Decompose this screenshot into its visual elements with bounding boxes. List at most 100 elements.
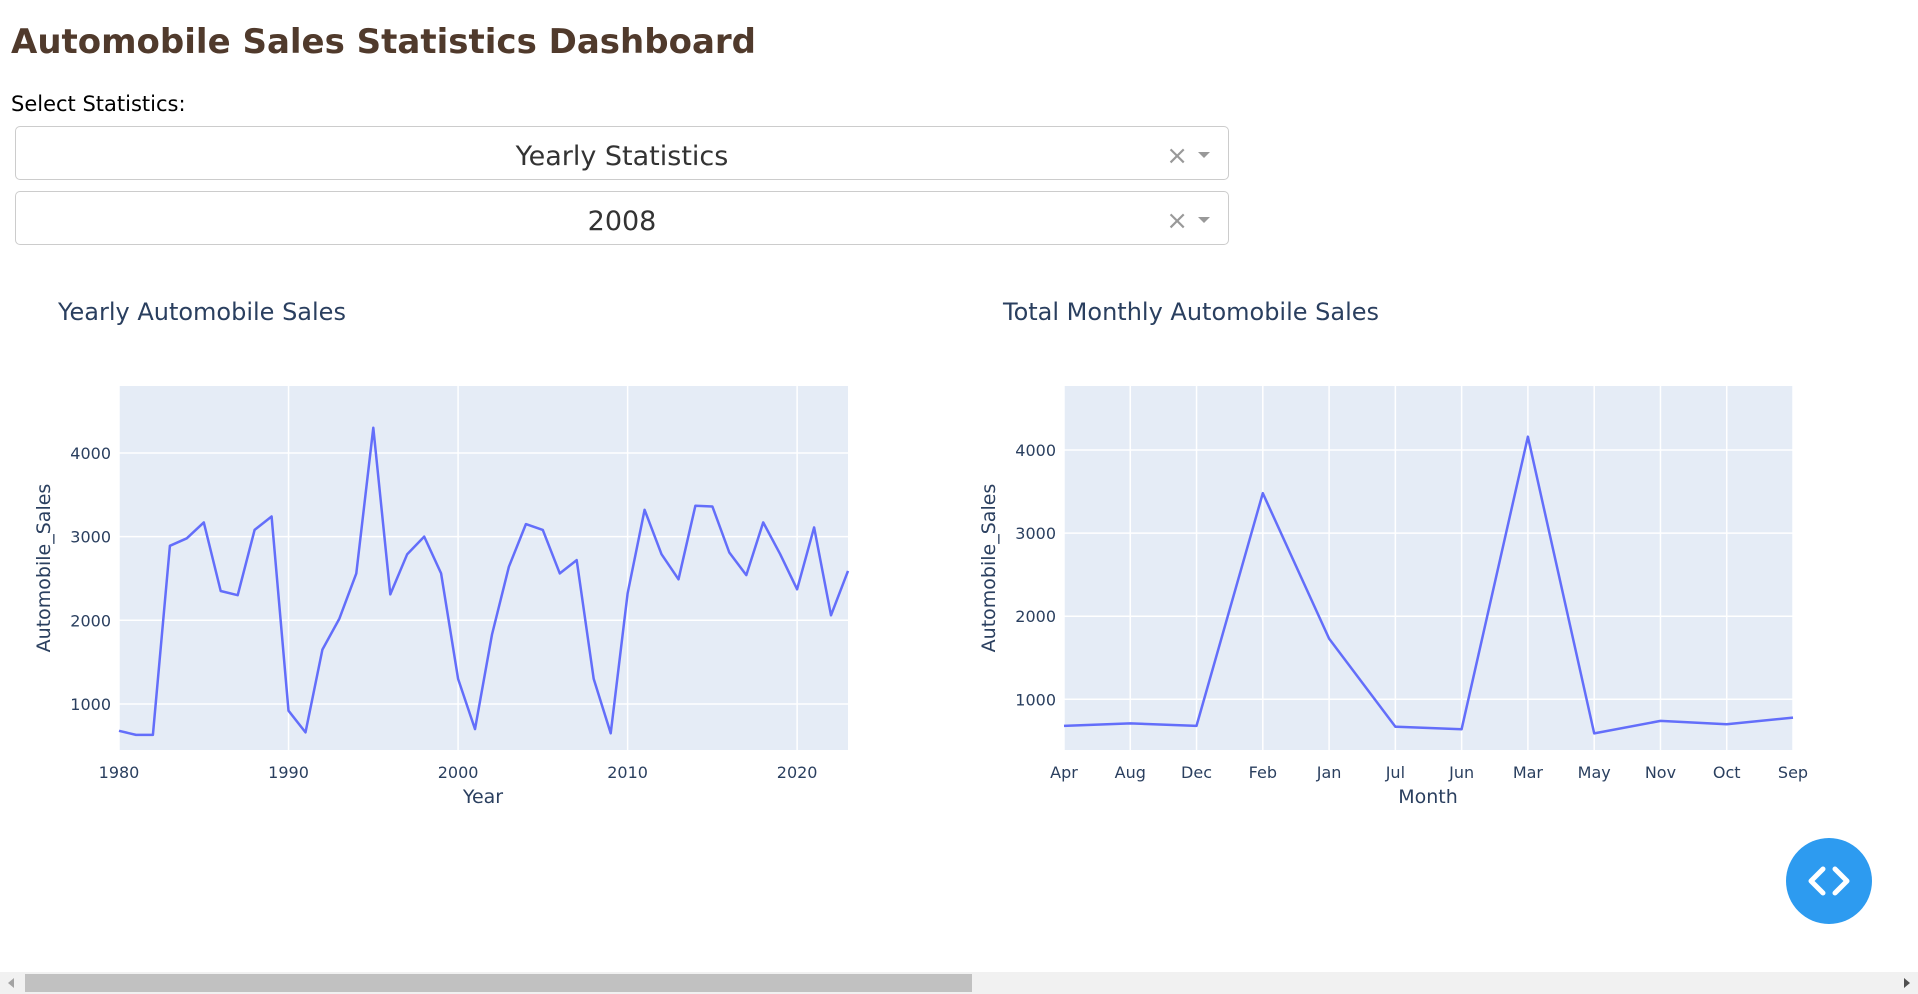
data-point: [660, 552, 664, 556]
x-tick-label: Nov: [1645, 763, 1676, 782]
data-point: [829, 613, 833, 617]
data-point: [778, 552, 782, 556]
data-point: [541, 528, 545, 532]
data-point: [1460, 727, 1464, 731]
data-point: [558, 571, 562, 575]
data-point: [609, 731, 613, 735]
data-point: [1526, 435, 1530, 439]
data-point: [405, 552, 409, 556]
page-title: Automobile Sales Statistics Dashboard: [11, 22, 756, 62]
chevron-down-icon[interactable]: [1198, 217, 1210, 223]
y-axis-label: Automobile_Sales: [978, 484, 1000, 653]
data-point: [287, 709, 291, 713]
data-point: [303, 730, 307, 734]
x-tick-label: Apr: [1050, 763, 1078, 782]
data-point: [1592, 731, 1596, 735]
data-point: [337, 617, 341, 621]
code-brackets-icon: [1808, 866, 1850, 896]
year-dropdown-value: 2008: [587, 206, 657, 237]
data-point: [1261, 491, 1265, 495]
data-point: [643, 508, 647, 512]
data-point: [1393, 725, 1397, 729]
data-point: [236, 593, 240, 597]
data-point: [693, 504, 697, 508]
data-point: [320, 648, 324, 652]
data-point: [795, 587, 799, 591]
x-tick-label: 1980: [99, 763, 140, 782]
data-point: [202, 520, 206, 524]
data-point: [1062, 724, 1066, 728]
close-icon[interactable]: ×: [1166, 206, 1188, 236]
x-tick-label: 1990: [268, 763, 309, 782]
data-point: [151, 733, 155, 737]
chevron-down-icon[interactable]: [1198, 152, 1210, 158]
y-tick-label: 2000: [70, 611, 111, 630]
data-point: [710, 504, 714, 508]
statistics-dropdown[interactable]: Yearly Statistics ×: [15, 126, 1229, 180]
data-point: [439, 571, 443, 575]
x-tick-label: Aug: [1115, 763, 1146, 782]
x-tick-label: May: [1578, 763, 1611, 782]
x-tick-label: 2010: [607, 763, 648, 782]
plot-area: [119, 386, 848, 750]
monthly-sales-chart: Total Monthly Automobile Sales Apr Aug Dec…: [978, 298, 1808, 808]
code-toggle-button[interactable]: [1786, 838, 1872, 924]
chart-title: Total Monthly Automobile Sales: [1002, 298, 1379, 326]
data-point: [812, 525, 816, 529]
x-axis-label: Year: [462, 786, 503, 808]
data-point: [185, 536, 189, 540]
plot-area: [1064, 386, 1793, 750]
data-point: [524, 522, 528, 526]
x-tick-label: 2000: [438, 763, 479, 782]
data-point: [592, 677, 596, 681]
data-point: [626, 592, 630, 596]
y-tick-label: 3000: [70, 528, 111, 547]
data-point: [354, 571, 358, 575]
yearly-sales-chart: Yearly Automobile Sales 1980 1990 2000 2010…: [33, 298, 850, 808]
x-tick-label: Oct: [1713, 763, 1741, 782]
x-tick-label: Sep: [1778, 763, 1808, 782]
y-tick-label: 1000: [70, 695, 111, 714]
data-point: [388, 592, 392, 596]
data-point: [134, 733, 138, 737]
data-point: [846, 569, 850, 573]
x-tick-label: Jan: [1316, 763, 1342, 782]
data-point: [270, 515, 274, 519]
y-tick-label: 4000: [70, 444, 111, 463]
x-tick-label: Dec: [1181, 763, 1212, 782]
data-point: [117, 729, 121, 733]
data-point: [1195, 724, 1199, 728]
y-tick-label: 3000: [1015, 524, 1056, 543]
data-point: [219, 589, 223, 593]
data-point: [744, 573, 748, 577]
scroll-right-arrow-icon[interactable]: [1904, 978, 1910, 988]
x-tick-label: Mar: [1513, 763, 1544, 782]
data-point: [575, 558, 579, 562]
horizontal-scrollbar[interactable]: [0, 972, 1918, 994]
y-tick-label: 4000: [1015, 441, 1056, 460]
data-point: [473, 727, 477, 731]
y-axis-label: Automobile_Sales: [33, 484, 55, 653]
data-point: [456, 677, 460, 681]
x-tick-label: Jun: [1448, 763, 1474, 782]
scroll-left-arrow-icon[interactable]: [8, 978, 14, 988]
data-point: [422, 535, 426, 539]
close-icon[interactable]: ×: [1166, 141, 1188, 171]
x-axis-label: Month: [1398, 786, 1458, 808]
data-point: [1791, 716, 1795, 720]
data-point: [676, 577, 680, 581]
data-point: [253, 528, 257, 532]
year-dropdown[interactable]: 2008 ×: [15, 191, 1229, 245]
select-statistics-label: Select Statistics:: [11, 92, 186, 116]
y-tick-label: 2000: [1015, 607, 1056, 626]
data-point: [371, 426, 375, 430]
data-point: [727, 551, 731, 555]
data-point: [507, 565, 511, 569]
data-point: [490, 633, 494, 637]
y-tick-label: 1000: [1015, 690, 1056, 709]
x-tick-label: 2020: [777, 763, 818, 782]
scrollbar-thumb[interactable]: [25, 974, 972, 992]
data-point: [761, 520, 765, 524]
data-point: [1128, 721, 1132, 725]
chart-title: Yearly Automobile Sales: [57, 298, 346, 326]
